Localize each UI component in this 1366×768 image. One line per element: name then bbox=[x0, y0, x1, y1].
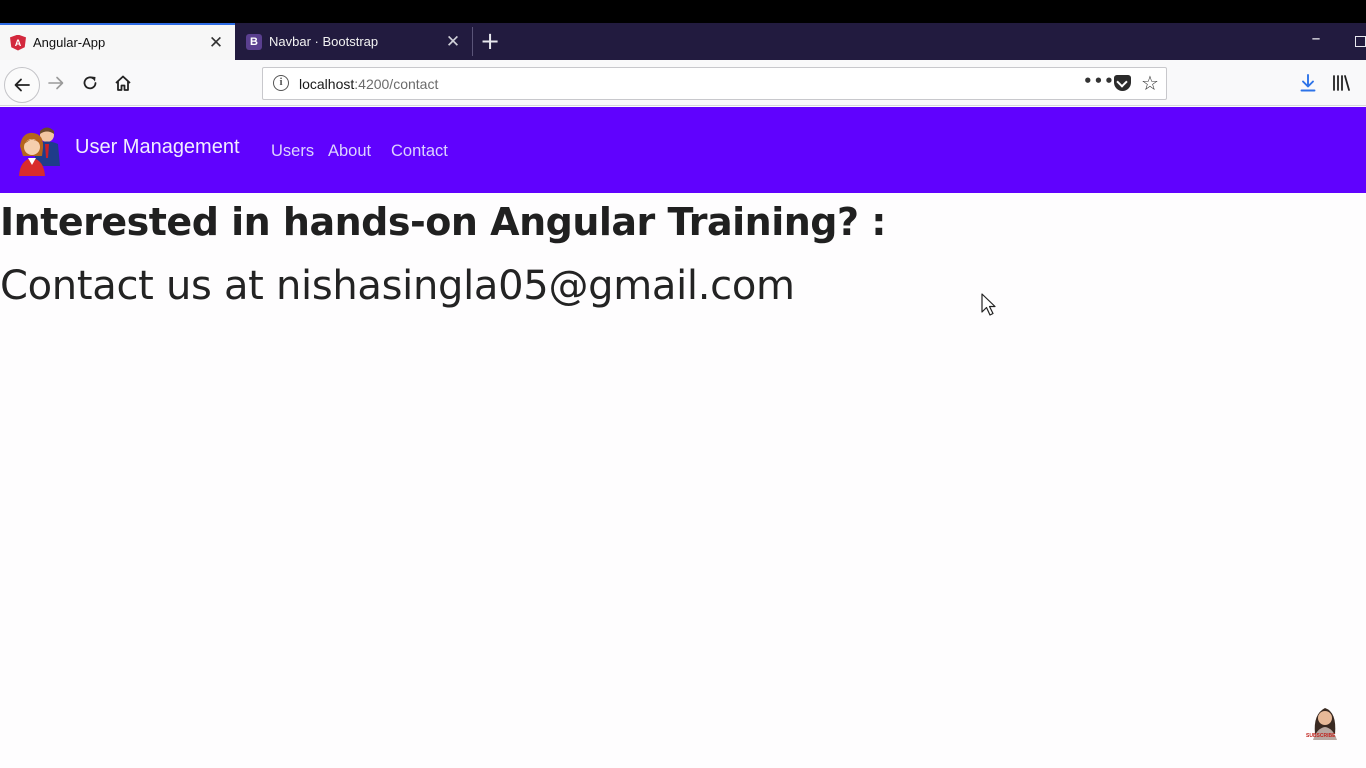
angular-icon: A bbox=[10, 34, 26, 51]
new-tab-button[interactable]: + bbox=[478, 26, 502, 56]
maximize-icon[interactable] bbox=[1355, 36, 1366, 47]
address-bar[interactable]: i localhost:4200/contact ••• ☆ bbox=[262, 67, 1167, 100]
tab-separator bbox=[472, 27, 473, 56]
url-host: localhost bbox=[299, 76, 355, 92]
nav-link-contact[interactable]: Contact bbox=[391, 142, 448, 161]
library-button[interactable] bbox=[1326, 68, 1356, 98]
url-text[interactable]: localhost:4200/contact bbox=[299, 76, 438, 92]
tab-angular-app[interactable]: A Angular-App ✕ bbox=[0, 23, 235, 60]
reload-button[interactable] bbox=[75, 68, 105, 98]
contact-text: Contact us at nishasingla05@gmail.com bbox=[0, 263, 795, 309]
home-button[interactable] bbox=[108, 68, 138, 98]
close-icon[interactable]: ✕ bbox=[205, 32, 227, 54]
pocket-icon[interactable] bbox=[1114, 75, 1131, 91]
nav-link-users[interactable]: Users bbox=[271, 142, 314, 161]
library-icon bbox=[1333, 75, 1350, 91]
back-button[interactable] bbox=[4, 67, 40, 103]
home-icon bbox=[115, 75, 131, 91]
forward-arrow-icon bbox=[48, 76, 64, 90]
more-icon[interactable]: ••• bbox=[1083, 72, 1115, 90]
brand-title[interactable]: User Management bbox=[75, 136, 240, 159]
reload-icon bbox=[83, 76, 97, 90]
tab-title: Angular-App bbox=[33, 35, 106, 50]
mouse-cursor-icon bbox=[981, 293, 996, 316]
forward-button[interactable] bbox=[41, 68, 71, 98]
nav-link-about[interactable]: About bbox=[328, 142, 371, 161]
back-arrow-icon bbox=[14, 78, 30, 92]
minimize-icon[interactable]: – bbox=[1306, 28, 1326, 54]
close-icon[interactable]: ✕ bbox=[442, 31, 464, 53]
tab-strip: A Angular-App ✕ B Navbar · Bootstrap ✕ bbox=[0, 23, 1366, 60]
user-management-logo[interactable] bbox=[16, 122, 64, 178]
screen: A Angular-App ✕ B Navbar · Bootstrap ✕ +… bbox=[0, 0, 1366, 768]
url-path: :4200/contact bbox=[354, 76, 439, 92]
downloads-button[interactable] bbox=[1293, 68, 1323, 98]
star-icon[interactable]: ☆ bbox=[1141, 71, 1159, 95]
tab-title: Navbar · Bootstrap bbox=[269, 34, 379, 49]
screen-top-bar bbox=[0, 0, 1366, 23]
download-icon bbox=[1300, 74, 1316, 92]
info-icon[interactable]: i bbox=[273, 75, 289, 91]
page-heading: Interested in hands-on Angular Training?… bbox=[0, 200, 886, 244]
subscribe-label[interactable]: SUBSCRIBE bbox=[1306, 733, 1335, 739]
bootstrap-icon: B bbox=[246, 33, 262, 50]
tab-navbar-bootstrap[interactable]: B Navbar · Bootstrap ✕ bbox=[236, 23, 472, 60]
